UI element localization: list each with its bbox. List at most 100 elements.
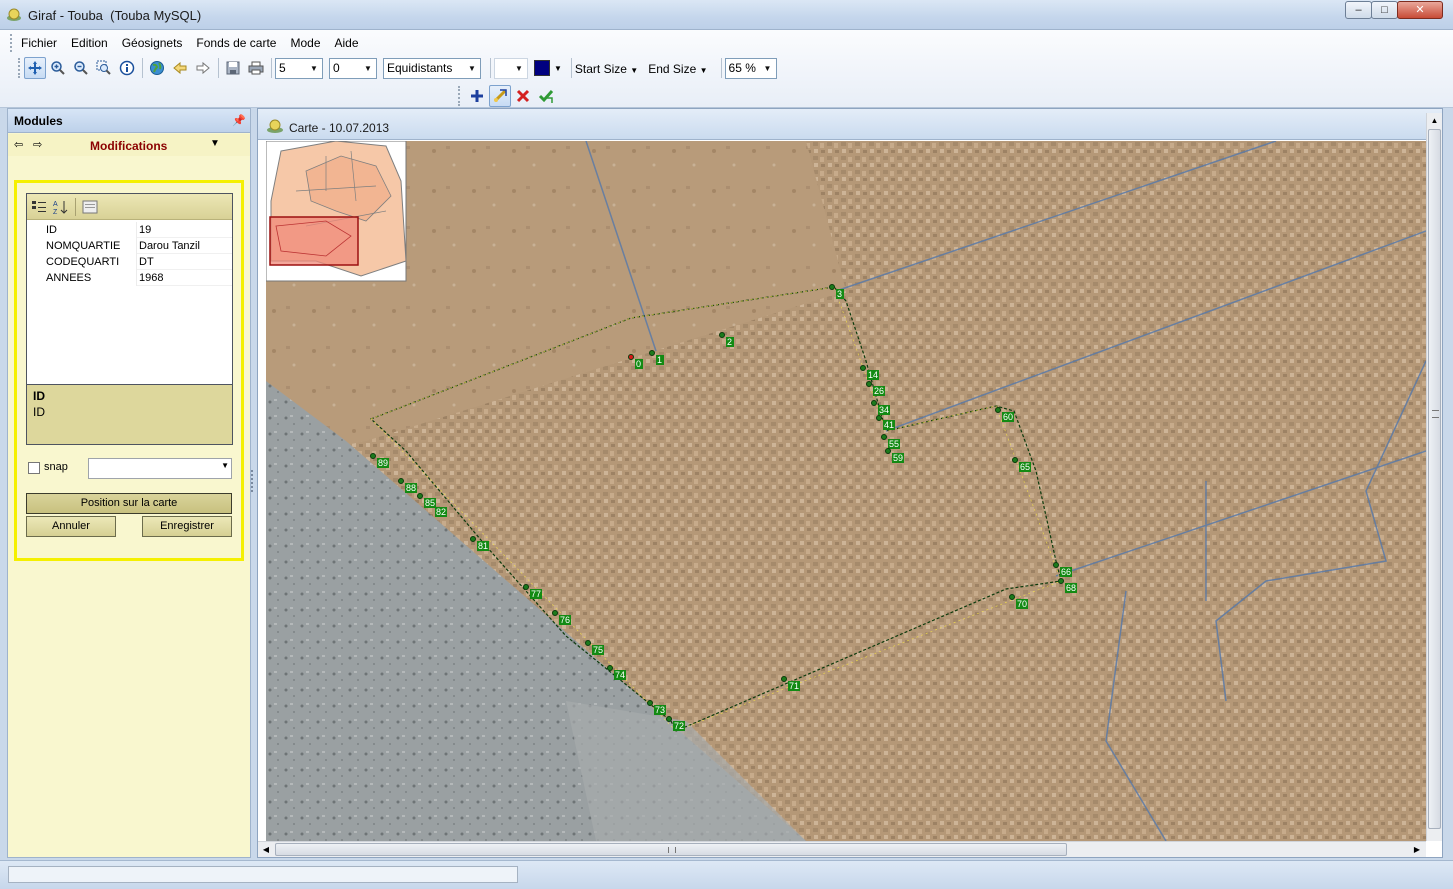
vertex-point[interactable] [829,284,835,290]
method-combo[interactable]: Equidistants ▼ [383,57,481,79]
property-pages-button[interactable] [81,198,99,216]
toolbar-grip[interactable] [18,58,22,78]
map-canvas[interactable]: 0 1 2 3 14 26 34 41 55 59 60 65 66 68 70 71 72 73 74 75 76 77… [266,141,1426,841]
color-swatch[interactable] [534,60,550,76]
precision-combo[interactable]: 0 ▼ [329,57,377,79]
module-selector-label[interactable]: Modifications [90,139,167,153]
vertex-point[interactable] [871,400,877,406]
property-value[interactable]: Darou Tanzil [139,238,200,254]
vertex-point[interactable] [881,434,887,440]
zoom-combo[interactable]: 65 % ▼ [724,57,777,79]
vertex-point[interactable] [398,478,404,484]
vertex-point[interactable] [1058,578,1064,584]
vertex-point[interactable] [523,584,529,590]
line-style-combo[interactable]: ▼ [494,57,528,79]
move-vertex-button[interactable] [489,85,511,107]
zoom-extent-button[interactable] [93,57,115,79]
save-record-button[interactable]: Enregistrer [142,516,232,537]
delete-vertex-button[interactable] [512,85,534,107]
print-button[interactable] [245,57,267,79]
vertical-scroll-thumb[interactable] [1428,129,1441,829]
vertex-point[interactable] [628,354,634,360]
maximize-button[interactable]: □ [1371,1,1398,19]
horizontal-scrollbar[interactable]: ◀ ▶ [258,841,1426,857]
chevron-down-icon[interactable]: ▼ [554,64,562,73]
chevron-down-icon: ▼ [310,63,318,73]
property-value[interactable]: DT [139,254,154,270]
menu-edition[interactable]: Edition [64,34,115,52]
position-on-map-button[interactable]: Position sur la carte [26,493,232,514]
toolbar-grip[interactable] [458,86,462,106]
scroll-left-icon[interactable]: ◀ [259,842,273,857]
start-size-dropdown[interactable]: Start Size ▼ [575,61,638,76]
zoom-out-button[interactable] [70,57,92,79]
vertex-label: 26 [874,386,884,396]
cancel-button[interactable]: Annuler [26,516,116,537]
menu-aide[interactable]: Aide [328,34,366,52]
property-value[interactable]: 1968 [139,270,163,286]
menu-fonds-de-carte[interactable]: Fonds de carte [189,34,283,52]
vertex-label: 77 [531,589,541,599]
pin-icon[interactable]: 📌 [232,114,246,127]
horizontal-scroll-thumb[interactable] [275,843,1067,856]
vertical-scrollbar[interactable]: ▲ [1426,113,1442,841]
forward-button[interactable] [192,57,214,79]
nav-forward-icon[interactable]: ⇨ [33,138,42,151]
vertex-point[interactable] [719,332,725,338]
overview-map[interactable] [266,141,407,282]
sort-az-icon: AZ [53,201,68,215]
scroll-up-icon[interactable]: ▲ [1427,113,1442,128]
snap-layer-combo[interactable]: ▼ [88,458,232,479]
pan-tool-button[interactable] [24,57,46,79]
vertex-point[interactable] [370,453,376,459]
vertex-point[interactable] [860,365,866,371]
vertex-point[interactable] [666,716,672,722]
vertex-point[interactable] [866,381,872,387]
snap-checkbox[interactable] [28,462,40,474]
vertex-point[interactable] [417,493,423,499]
vertex-point[interactable] [1012,457,1018,463]
vertex-point[interactable] [781,676,787,682]
panel-splitter[interactable] [251,470,254,492]
scroll-right-icon[interactable]: ▶ [1410,842,1424,857]
save-button[interactable] [222,57,244,79]
menu-mode[interactable]: Mode [283,34,327,52]
globe-button[interactable] [146,57,168,79]
vertex-point[interactable] [552,610,558,616]
vertex-point[interactable] [1009,594,1015,600]
minimize-button[interactable]: – [1345,1,1372,19]
property-key: ID [27,222,137,238]
vertex-point[interactable] [607,665,613,671]
property-value[interactable]: 19 [139,222,151,238]
app-globe-icon [7,8,21,21]
property-row[interactable]: NOMQUARTIE Darou Tanzil [27,238,232,254]
validate-button[interactable] [535,85,557,107]
vertex-point[interactable] [995,407,1001,413]
categorized-button[interactable] [30,198,48,216]
end-size-dropdown[interactable]: End Size ▼ [648,61,707,76]
property-pages-icon [82,200,98,214]
property-row[interactable]: ANNEES 1968 [27,270,232,286]
menu-geosignets[interactable]: Géosignets [115,34,190,52]
vertex-point[interactable] [885,448,891,454]
chevron-down-icon[interactable]: ▼ [210,138,220,149]
alphabetical-button[interactable]: AZ [52,198,70,216]
property-row[interactable]: ID 19 [27,222,232,238]
menu-fichier[interactable]: Fichier [14,34,64,52]
vertex-point[interactable] [1053,562,1059,568]
vertex-point[interactable] [649,350,655,356]
classes-combo[interactable]: 5 ▼ [275,57,323,79]
move-arrows-icon [28,61,42,75]
back-button[interactable] [169,57,191,79]
add-vertex-button[interactable] [466,85,488,107]
vertex-point[interactable] [585,640,591,646]
close-button[interactable]: ✕ [1397,1,1443,19]
vertex-point[interactable] [647,700,653,706]
nav-back-icon[interactable]: ⇦ [14,138,23,151]
map-view[interactable]: 0 1 2 3 14 26 34 41 55 59 60 65 66 68 70 71 72 73 74 75 76 77… [266,141,1426,841]
vertex-point[interactable] [470,536,476,542]
property-row[interactable]: CODEQUARTI DT [27,254,232,270]
info-button[interactable] [116,57,138,79]
vertex-point[interactable] [876,415,882,421]
zoom-in-button[interactable] [47,57,69,79]
